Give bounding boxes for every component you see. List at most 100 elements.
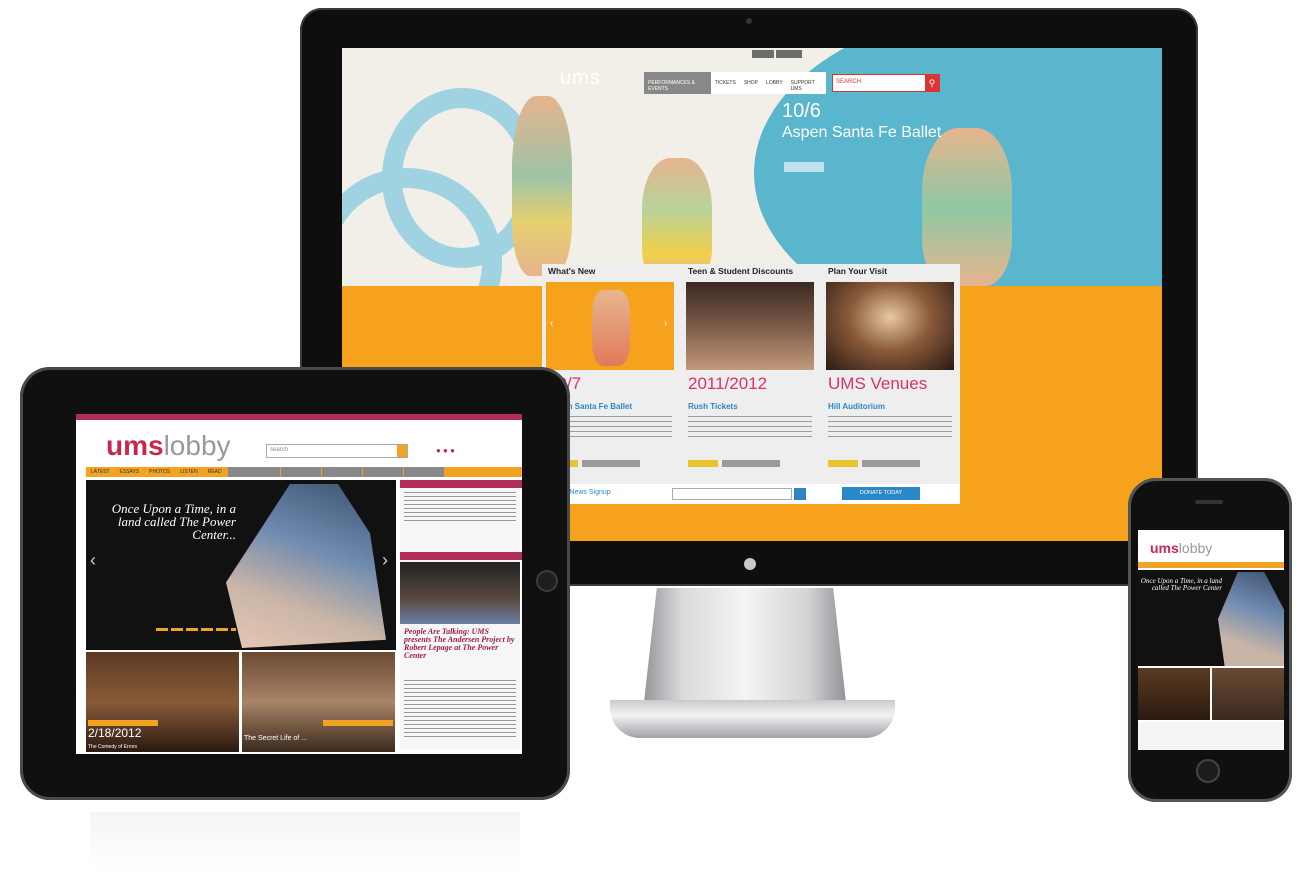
panel-image[interactable]: ‹ ›: [546, 282, 674, 370]
thumb-subcaption: The Comedy of Errors: [88, 744, 138, 750]
search-placeholder: search: [270, 447, 289, 453]
sidebar-header: [400, 552, 522, 560]
hero-date: 10/6: [782, 100, 821, 122]
hero-more-button[interactable]: [784, 162, 824, 172]
prev-arrow-icon[interactable]: ‹: [550, 318, 553, 329]
utility-link[interactable]: [776, 50, 802, 58]
signup-submit-button[interactable]: [794, 488, 806, 500]
logo-bold: ums: [1150, 540, 1179, 556]
panel-body-text: [828, 416, 952, 440]
nav-shop[interactable]: SHOP: [740, 72, 762, 94]
home-button-icon: [536, 570, 558, 592]
panel-image[interactable]: [826, 282, 954, 370]
panel-primary-button[interactable]: [828, 460, 858, 467]
nav-tickets[interactable]: TICKETS: [711, 72, 740, 94]
ipad-reflection: [90, 812, 520, 872]
utility-bar: [342, 48, 1162, 60]
enews-signup: UMS eNews Signup DONATE TODAY: [542, 484, 960, 504]
sidebar: People Are Talking: UMS presents The And…: [400, 480, 522, 750]
ums-logo[interactable]: ums: [560, 67, 601, 90]
nav-filter[interactable]: [403, 467, 444, 477]
apple-logo-icon: [744, 558, 756, 570]
story-thumbnail[interactable]: [1138, 668, 1210, 720]
dancer-figure: [592, 290, 630, 366]
nav-latest[interactable]: LATEST: [86, 467, 115, 477]
ums-lobby-logo[interactable]: umslobby: [1150, 540, 1212, 556]
dancer-photo: [1218, 572, 1284, 666]
search-icon[interactable]: [397, 445, 407, 457]
panel-header: Teen & Student Discounts: [688, 266, 794, 276]
featured-story[interactable]: Once Upon a Time, in a land called The P…: [1138, 570, 1284, 666]
lobby-nav: LATEST ESSAYS PHOTOS LISTEN READ: [86, 467, 522, 477]
panel-secondary-button[interactable]: [582, 460, 640, 467]
story-thumbnail[interactable]: 2/18/2012 The Comedy of Errors: [86, 652, 239, 752]
nav-listen[interactable]: LISTEN: [175, 467, 203, 477]
panel-header: What's New: [548, 266, 596, 276]
featured-headline[interactable]: Once Upon a Time, in a land called The P…: [1140, 578, 1222, 592]
search-input[interactable]: SEARCH ⚲: [832, 74, 940, 92]
lobby-nav[interactable]: [1138, 562, 1284, 568]
search-icon[interactable]: ⚲: [925, 75, 939, 91]
ums-lobby-logo[interactable]: umslobby: [106, 430, 231, 462]
nav-filter[interactable]: [321, 467, 362, 477]
home-button-icon: [1196, 759, 1220, 783]
dancer-photo: [226, 484, 386, 648]
panel-primary-button[interactable]: [688, 460, 718, 467]
panel-secondary-button[interactable]: [862, 460, 920, 467]
carousel-dots[interactable]: [156, 628, 236, 631]
story-thumbnails: [1138, 668, 1284, 720]
search-placeholder: SEARCH: [836, 79, 862, 85]
story-thumbnail[interactable]: [1212, 668, 1284, 720]
thumb-tag: [323, 720, 393, 726]
featured-story[interactable]: Once Upon a Time, in a land called The P…: [86, 480, 396, 650]
main-nav: PERFORMANCES & EVENTS TICKETS SHOP LOBBY…: [644, 72, 826, 94]
imac-stand-base: [610, 700, 895, 738]
panel-big-text: 2011/2012: [688, 374, 768, 393]
nav-photos[interactable]: PHOTOS: [144, 467, 175, 477]
story-thumbnail[interactable]: The Secret Life of ...: [242, 652, 395, 752]
nav-read[interactable]: READ: [203, 467, 227, 477]
featured-headline[interactable]: Once Upon a Time, in a land called The P…: [96, 502, 236, 541]
hero-title[interactable]: Aspen Santa Fe Ballet: [782, 124, 942, 141]
nav-filter[interactable]: [227, 467, 280, 477]
panel-plan-visit: Plan Your Visit UMS Venues Hill Auditori…: [824, 264, 956, 502]
feature-panels: What's New ‹ › 10/7 Aspen Santa Fe Balle…: [542, 264, 960, 502]
social-icons[interactable]: ● ● ●: [436, 446, 455, 455]
panel-image[interactable]: [686, 282, 814, 370]
panel-header: Plan Your Visit: [828, 266, 888, 276]
panel-title[interactable]: Rush Tickets: [688, 402, 738, 411]
iphone-screen: umslobby Once Upon a Time, in a land cal…: [1138, 530, 1284, 750]
video-thumbnail[interactable]: [400, 562, 520, 624]
logo-thin: lobby: [163, 430, 231, 461]
search-input[interactable]: search: [266, 444, 408, 458]
next-arrow-icon[interactable]: ›: [382, 550, 388, 571]
nav-filter[interactable]: [362, 467, 403, 477]
imac-camera: [746, 18, 752, 24]
nav-performances[interactable]: PERFORMANCES & EVENTS: [644, 72, 711, 94]
sidebar-text: [404, 680, 516, 740]
thumb-caption: The Secret Life of ...: [244, 735, 308, 742]
story-thumbnails: 2/18/2012 The Comedy of Errors The Secre…: [86, 652, 396, 752]
footer-bar: [542, 510, 960, 524]
panel-secondary-button[interactable]: [722, 460, 780, 467]
utility-link[interactable]: [752, 50, 774, 58]
donate-button[interactable]: DONATE TODAY: [842, 487, 920, 500]
nav-lobby[interactable]: LOBBY: [762, 72, 787, 94]
ipad-screen: umslobby search ● ● ● LATEST ESSAYS PHOT…: [76, 414, 522, 754]
logo-thin: lobby: [1178, 540, 1213, 556]
top-stripe: [76, 414, 522, 420]
nav-support[interactable]: SUPPORT UMS: [787, 72, 826, 94]
next-arrow-icon[interactable]: ›: [664, 318, 667, 329]
nav-filter[interactable]: [280, 467, 321, 477]
sidebar-header: [400, 480, 522, 488]
panel-student-discounts: Teen & Student Discounts 2011/2012 Rush …: [684, 264, 816, 502]
nav-essays[interactable]: ESSAYS: [115, 467, 145, 477]
sidebar-text: [404, 492, 516, 522]
email-field[interactable]: [672, 488, 792, 500]
prev-arrow-icon[interactable]: ‹: [90, 550, 96, 571]
sidebar-article-title[interactable]: People Are Talking: UMS presents The And…: [404, 628, 516, 660]
speaker-icon: [1195, 500, 1223, 504]
panel-title[interactable]: Hill Auditorium: [828, 402, 885, 411]
thumb-caption: 2/18/2012: [88, 726, 142, 740]
hero-banner[interactable]: ums PERFORMANCES & EVENTS TICKETS SHOP L…: [342, 48, 1162, 286]
